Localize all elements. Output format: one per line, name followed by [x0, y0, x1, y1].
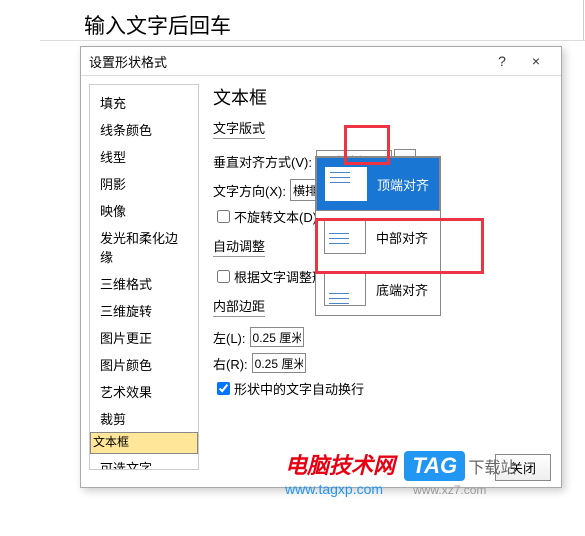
- sidebar-item-6[interactable]: 三维格式: [90, 270, 198, 297]
- sidebar-item-9[interactable]: 图片颜色: [90, 351, 198, 378]
- divider: [40, 40, 585, 41]
- watermark: 电脑技术网 TAG 下载站 www.tagxp.com www.xz7.com: [285, 448, 517, 497]
- valign-label: 垂直对齐方式(V):: [213, 152, 312, 171]
- panel-title: 文本框: [213, 84, 551, 110]
- sidebar-item-13[interactable]: 可选文字: [90, 454, 198, 470]
- close-button[interactable]: ×: [519, 50, 553, 72]
- no-rotate-checkbox[interactable]: [217, 210, 230, 223]
- group-margin: 内部边距: [213, 296, 265, 317]
- sidebar-item-12[interactable]: 文本框: [90, 432, 198, 454]
- watermark-tag: TAG: [404, 451, 465, 481]
- dropdown-option-0[interactable]: 顶端对齐: [316, 157, 440, 211]
- dialog-title: 设置形状格式: [89, 52, 485, 71]
- autofit-label: 根据文字调整形: [234, 267, 325, 286]
- watermark-brand: 电脑技术网: [285, 453, 395, 478]
- watermark-url2: www.xz7.com: [413, 483, 486, 497]
- wrap-checkbox[interactable]: [217, 382, 230, 395]
- watermark-sub: 下载站: [469, 460, 517, 477]
- sidebar: 填充线条颜色线型阴影映像发光和柔化边缘三维格式三维旋转图片更正图片颜色艺术效果裁…: [89, 84, 199, 470]
- titlebar: 设置形状格式 ? ×: [81, 47, 561, 76]
- sidebar-item-10[interactable]: 艺术效果: [90, 378, 198, 405]
- align-icon: [325, 167, 367, 201]
- no-rotate-label: 不旋转文本(D): [234, 207, 317, 226]
- direction-label: 文字方向(X):: [213, 181, 286, 200]
- divider: [583, 0, 584, 40]
- margin-right-input[interactable]: [252, 353, 306, 373]
- sidebar-item-2[interactable]: 线型: [90, 143, 198, 170]
- group-autofit: 自动调整: [213, 236, 265, 257]
- help-button[interactable]: ?: [485, 50, 519, 72]
- align-icon: [324, 272, 366, 306]
- page-header: 输入文字后回车: [84, 10, 231, 40]
- sidebar-item-3[interactable]: 阴影: [90, 170, 198, 197]
- watermark-url1: www.tagxp.com: [285, 481, 383, 497]
- highlight-dropdown: [344, 125, 390, 165]
- sidebar-item-1[interactable]: 线条颜色: [90, 116, 198, 143]
- sidebar-item-0[interactable]: 填充: [90, 89, 198, 116]
- sidebar-item-7[interactable]: 三维旋转: [90, 297, 198, 324]
- sidebar-item-5[interactable]: 发光和柔化边缘: [90, 224, 198, 270]
- sidebar-item-11[interactable]: 裁剪: [90, 405, 198, 432]
- dropdown-option-label: 底端对齐: [376, 280, 428, 299]
- sidebar-item-8[interactable]: 图片更正: [90, 324, 198, 351]
- autofit-checkbox[interactable]: [217, 270, 230, 283]
- group-text-layout: 文字版式: [213, 118, 265, 139]
- margin-left-label: 左(L):: [213, 328, 246, 347]
- highlight-middle-option: [315, 218, 484, 274]
- wrap-label: 形状中的文字自动换行: [234, 379, 364, 398]
- margin-right-label: 右(R):: [213, 354, 248, 373]
- dropdown-option-label: 顶端对齐: [377, 175, 429, 194]
- margin-left-input[interactable]: [250, 327, 304, 347]
- sidebar-item-4[interactable]: 映像: [90, 197, 198, 224]
